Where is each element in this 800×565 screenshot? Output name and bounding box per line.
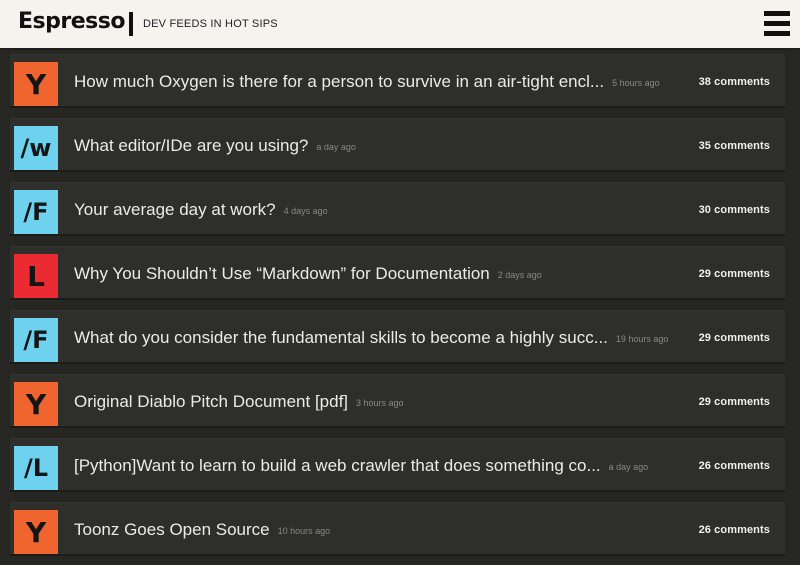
source-badge-icon: /w — [14, 126, 58, 170]
item-age: 19 hours ago — [615, 334, 669, 344]
item-title-row: Your average day at work? 4 days ago — [74, 200, 328, 220]
item-title-row: Original Diablo Pitch Document [pdf] 3 ho… — [74, 392, 404, 412]
menu-bar — [764, 11, 790, 16]
feed-item[interactable]: Y How much Oxygen is there for a person … — [10, 54, 785, 108]
comments-link[interactable]: 30 comments — [699, 204, 770, 216]
source-badge-icon: /L — [14, 446, 58, 490]
menu-bar — [764, 31, 790, 36]
feed-item[interactable]: /L [Python]Want to learn to build a web … — [10, 438, 785, 492]
menu-bar — [764, 21, 790, 26]
item-title[interactable]: How much Oxygen is there for a person to… — [74, 72, 604, 91]
item-age: 3 hours ago — [356, 398, 404, 408]
item-age: 2 days ago — [497, 270, 542, 280]
tagline: DEV FEEDS IN HOT SIPS — [143, 18, 278, 30]
item-title[interactable]: What editor/IDe are you using? — [74, 136, 308, 155]
item-title[interactable]: Toonz Goes Open Source — [74, 520, 270, 539]
comments-link[interactable]: 29 comments — [699, 396, 770, 408]
item-title[interactable]: What do you consider the fundamental ski… — [74, 328, 608, 347]
comments-link[interactable]: 26 comments — [699, 524, 770, 536]
comments-link[interactable]: 29 comments — [699, 268, 770, 280]
item-title[interactable]: Why You Shouldn’t Use “Markdown” for Doc… — [74, 264, 490, 283]
source-badge-icon: Y — [14, 382, 58, 426]
item-title-row: [Python]Want to learn to build a web cra… — [74, 456, 648, 476]
feed-item[interactable]: Y Original Diablo Pitch Document [pdf] 3 … — [10, 374, 785, 428]
item-age: 10 hours ago — [277, 526, 331, 536]
hamburger-menu-icon[interactable] — [764, 10, 790, 38]
item-title-row: Why You Shouldn’t Use “Markdown” for Doc… — [74, 264, 542, 284]
source-badge-icon: /F — [14, 190, 58, 234]
comments-link[interactable]: 29 comments — [699, 332, 770, 344]
feed-item[interactable]: Y Toonz Goes Open Source 10 hours ago 26 … — [10, 502, 785, 556]
item-age: a day ago — [608, 462, 649, 472]
source-badge-icon: Y — [14, 62, 58, 106]
feed-item[interactable]: /F What do you consider the fundamental … — [10, 310, 785, 364]
item-title[interactable]: Your average day at work? — [74, 200, 276, 219]
feed-item[interactable]: /F Your average day at work? 4 days ago 3… — [10, 182, 785, 236]
item-title[interactable]: Original Diablo Pitch Document [pdf] — [74, 392, 348, 411]
feed-item[interactable]: /w What editor/IDe are you using? a day a… — [10, 118, 785, 172]
comments-link[interactable]: 35 comments — [699, 140, 770, 152]
item-age: 5 hours ago — [612, 78, 660, 88]
item-age: a day ago — [316, 142, 356, 152]
feed-item[interactable]: L Why You Shouldn’t Use “Markdown” for D… — [10, 246, 785, 300]
item-title-row: What editor/IDe are you using? a day ago — [74, 136, 356, 156]
source-badge-icon: /F — [14, 318, 58, 362]
source-badge-icon: Y — [14, 510, 58, 554]
item-title[interactable]: [Python]Want to learn to build a web cra… — [74, 456, 601, 475]
item-title-row: How much Oxygen is there for a person to… — [74, 72, 660, 92]
comments-link[interactable]: 38 comments — [699, 76, 770, 88]
brand-divider — [129, 12, 133, 36]
item-age: 4 days ago — [283, 206, 328, 216]
comments-link[interactable]: 26 comments — [699, 460, 770, 472]
item-title-row: What do you consider the fundamental ski… — [74, 328, 668, 348]
brand-logo[interactable]: Espresso — [18, 9, 125, 34]
source-badge-icon: L — [14, 254, 58, 298]
app-header: Espresso DEV FEEDS IN HOT SIPS — [0, 0, 800, 48]
item-title-row: Toonz Goes Open Source 10 hours ago — [74, 520, 330, 540]
